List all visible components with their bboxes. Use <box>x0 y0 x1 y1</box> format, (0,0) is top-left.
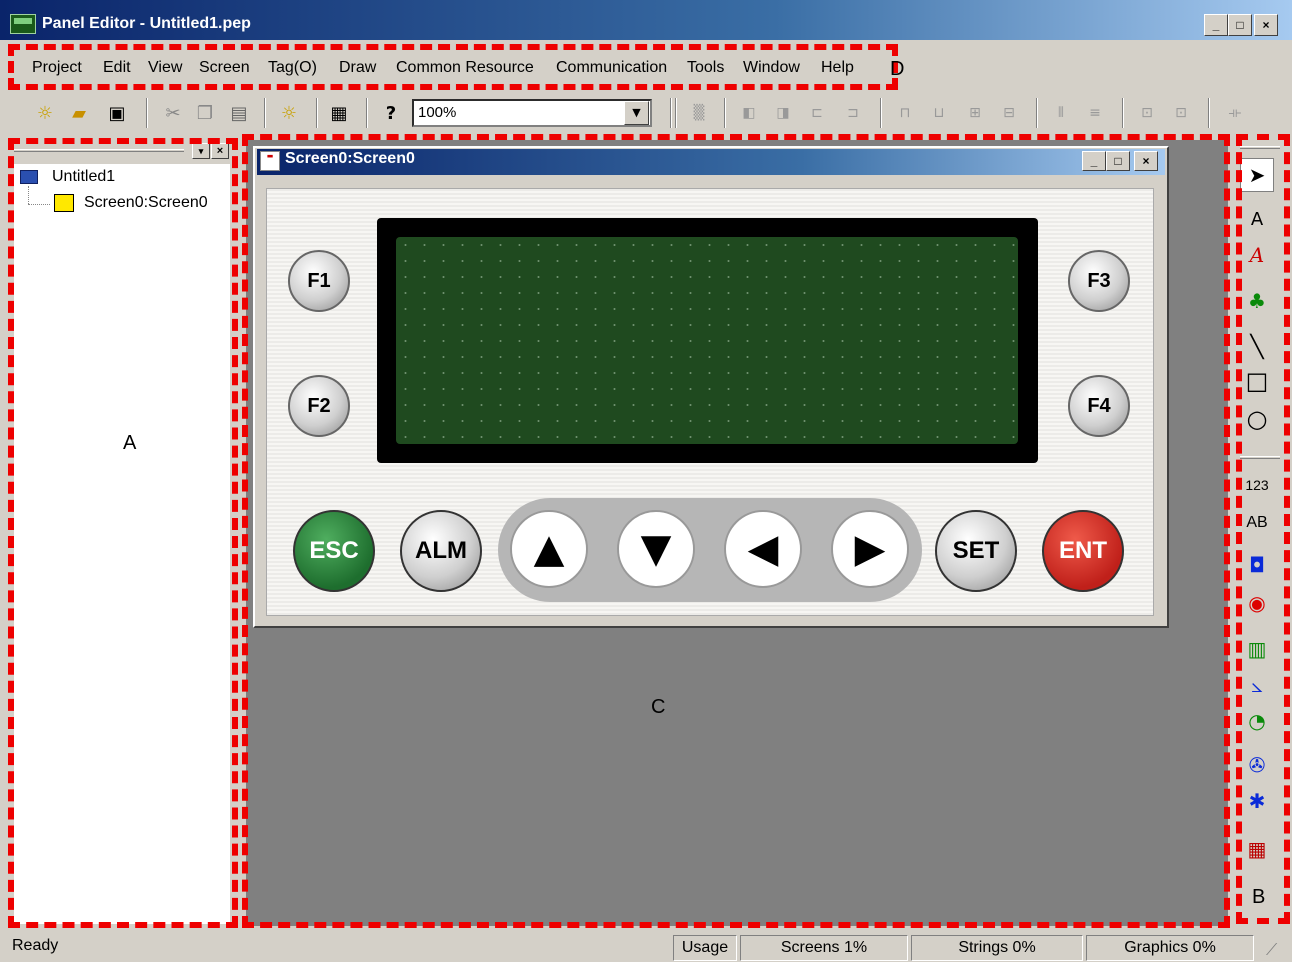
menu-screen[interactable]: Screen <box>199 59 250 77</box>
resize-grip-icon[interactable]: ⟋ <box>1266 940 1277 960</box>
annotation-label-a: A <box>123 432 137 454</box>
menu-view[interactable]: View <box>148 59 182 77</box>
menu-help[interactable]: Help <box>821 59 854 77</box>
menu-communication[interactable]: Communication <box>556 59 667 77</box>
up-arrow-key[interactable]: ▲ <box>510 510 588 588</box>
status-text: Ready <box>12 937 59 954</box>
graphics-usage: Graphics 0% <box>1086 935 1254 961</box>
align-left-icon[interactable]: ⊏ <box>804 100 830 126</box>
space-vertical-icon[interactable]: ≡ <box>1082 100 1108 126</box>
close-button[interactable]: × <box>1254 14 1278 36</box>
windmill-icon[interactable]: ✱ <box>1240 784 1274 818</box>
print-icon[interactable]: ▦ <box>326 100 352 126</box>
pie-icon[interactable]: ◔ <box>1240 704 1274 738</box>
maximize-button[interactable]: □ <box>1228 14 1252 36</box>
help-icon[interactable]: ? <box>378 100 404 126</box>
align-bottom-icon[interactable]: ⊔ <box>926 100 952 126</box>
lamp-icon[interactable]: ◉ <box>1240 586 1274 620</box>
annotation-label-d: D <box>890 58 905 80</box>
set-key[interactable]: SET <box>935 510 1017 592</box>
app-icon <box>10 14 36 34</box>
close-icon[interactable]: × <box>211 143 229 159</box>
trend-icon[interactable]: ⦣ <box>1240 668 1274 702</box>
document-icon: ▬ <box>260 151 280 171</box>
screen-window-title: Screen0:Screen0 <box>285 150 415 167</box>
bring-front-icon[interactable]: ◧ <box>736 100 762 126</box>
text-display-icon[interactable]: AB <box>1240 506 1274 540</box>
calendar-icon[interactable]: ▦ <box>1240 832 1274 866</box>
window-title: Panel Editor - Untitled1.pep <box>42 15 251 32</box>
menu-common-resource[interactable]: Common Resource <box>396 59 534 77</box>
center-horizontal-icon[interactable]: ⊡ <box>1134 100 1160 126</box>
new-screen-icon[interactable]: ☼ <box>276 100 302 126</box>
tree-panel-header: ▾ × <box>14 143 230 163</box>
minimize-button[interactable]: _ <box>1204 14 1228 36</box>
align-top-icon[interactable]: ⊓ <box>892 100 918 126</box>
strings-usage: Strings 0% <box>911 935 1083 961</box>
menu-edit[interactable]: Edit <box>103 59 131 77</box>
fan-icon[interactable]: ✇ <box>1240 748 1274 782</box>
space-horizontal-icon[interactable]: ⫴ <box>1048 100 1074 126</box>
menu-tools[interactable]: Tools <box>687 59 724 77</box>
new-icon[interactable]: ☼ <box>32 100 58 126</box>
screen-minimize-button[interactable]: _ <box>1082 151 1106 171</box>
alm-key[interactable]: ALM <box>400 510 482 592</box>
italic-text-icon[interactable]: A <box>1240 238 1274 272</box>
align-right-icon[interactable]: ⊐ <box>840 100 866 126</box>
button-icon[interactable]: ◘ <box>1240 548 1274 582</box>
annotation-label-c: C <box>651 696 666 718</box>
paste-icon[interactable]: ▤ <box>226 100 252 126</box>
line-icon[interactable]: ╲ <box>1240 330 1274 364</box>
save-icon[interactable]: ▣ <box>104 100 130 126</box>
menu-draw[interactable]: Draw <box>339 59 376 77</box>
ent-key[interactable]: ENT <box>1042 510 1124 592</box>
project-icon <box>20 170 38 184</box>
left-arrow-key[interactable]: ◀ <box>724 510 802 588</box>
rectangle-icon[interactable]: □ <box>1240 364 1274 398</box>
chevron-down-icon[interactable]: ▾ <box>192 143 210 159</box>
screen-close-button[interactable]: × <box>1134 151 1158 171</box>
down-arrow-key[interactable]: ▼ <box>617 510 695 588</box>
f3-key[interactable]: F3 <box>1068 250 1130 312</box>
f1-key[interactable]: F1 <box>288 250 350 312</box>
same-width-icon[interactable]: ⟛ <box>1222 100 1248 126</box>
open-icon[interactable]: ▰ <box>66 100 92 126</box>
usage-label: Usage <box>673 935 737 961</box>
screens-usage: Screens 1% <box>740 935 908 961</box>
tree-item-root[interactable]: Untitled1 <box>52 168 115 186</box>
center-vertical-icon[interactable]: ⊡ <box>1168 100 1194 126</box>
copy-icon[interactable]: ❐ <box>192 100 218 126</box>
f2-key[interactable]: F2 <box>288 375 350 437</box>
cut-icon[interactable]: ✂ <box>160 100 186 126</box>
send-back-icon[interactable]: ◨ <box>770 100 796 126</box>
f4-key[interactable]: F4 <box>1068 375 1130 437</box>
menu-tag[interactable]: Tag(O) <box>268 59 317 77</box>
zoom-select[interactable]: 100% <box>412 99 652 127</box>
lcd-display[interactable] <box>396 237 1018 444</box>
bitmap-icon[interactable]: ♣ <box>1240 284 1274 318</box>
text-icon[interactable]: A <box>1240 202 1274 236</box>
esc-key[interactable]: ESC <box>293 510 375 592</box>
align-vcenter-icon[interactable]: ⊞ <box>962 100 988 126</box>
align-hcenter-icon[interactable]: ⊟ <box>996 100 1022 126</box>
menu-window[interactable]: Window <box>743 59 800 77</box>
tree-item-screen0[interactable]: Screen0:Screen0 <box>84 194 208 212</box>
chevron-down-icon[interactable]: ▼ <box>624 101 649 125</box>
right-arrow-key[interactable]: ▶ <box>831 510 909 588</box>
annotation-label-b: B <box>1252 886 1266 908</box>
screen-icon <box>54 194 74 212</box>
screen-maximize-button[interactable]: □ <box>1106 151 1130 171</box>
numeric-display-icon[interactable]: 123 <box>1240 468 1274 502</box>
pointer-icon[interactable]: ➤ <box>1240 158 1274 192</box>
project-tree <box>14 164 230 924</box>
circle-icon[interactable]: ○ <box>1240 402 1274 436</box>
grid-icon[interactable]: ▒ <box>686 100 712 126</box>
menu-project[interactable]: Project <box>32 59 82 77</box>
bar-graph-icon[interactable]: ▥ <box>1240 632 1274 666</box>
